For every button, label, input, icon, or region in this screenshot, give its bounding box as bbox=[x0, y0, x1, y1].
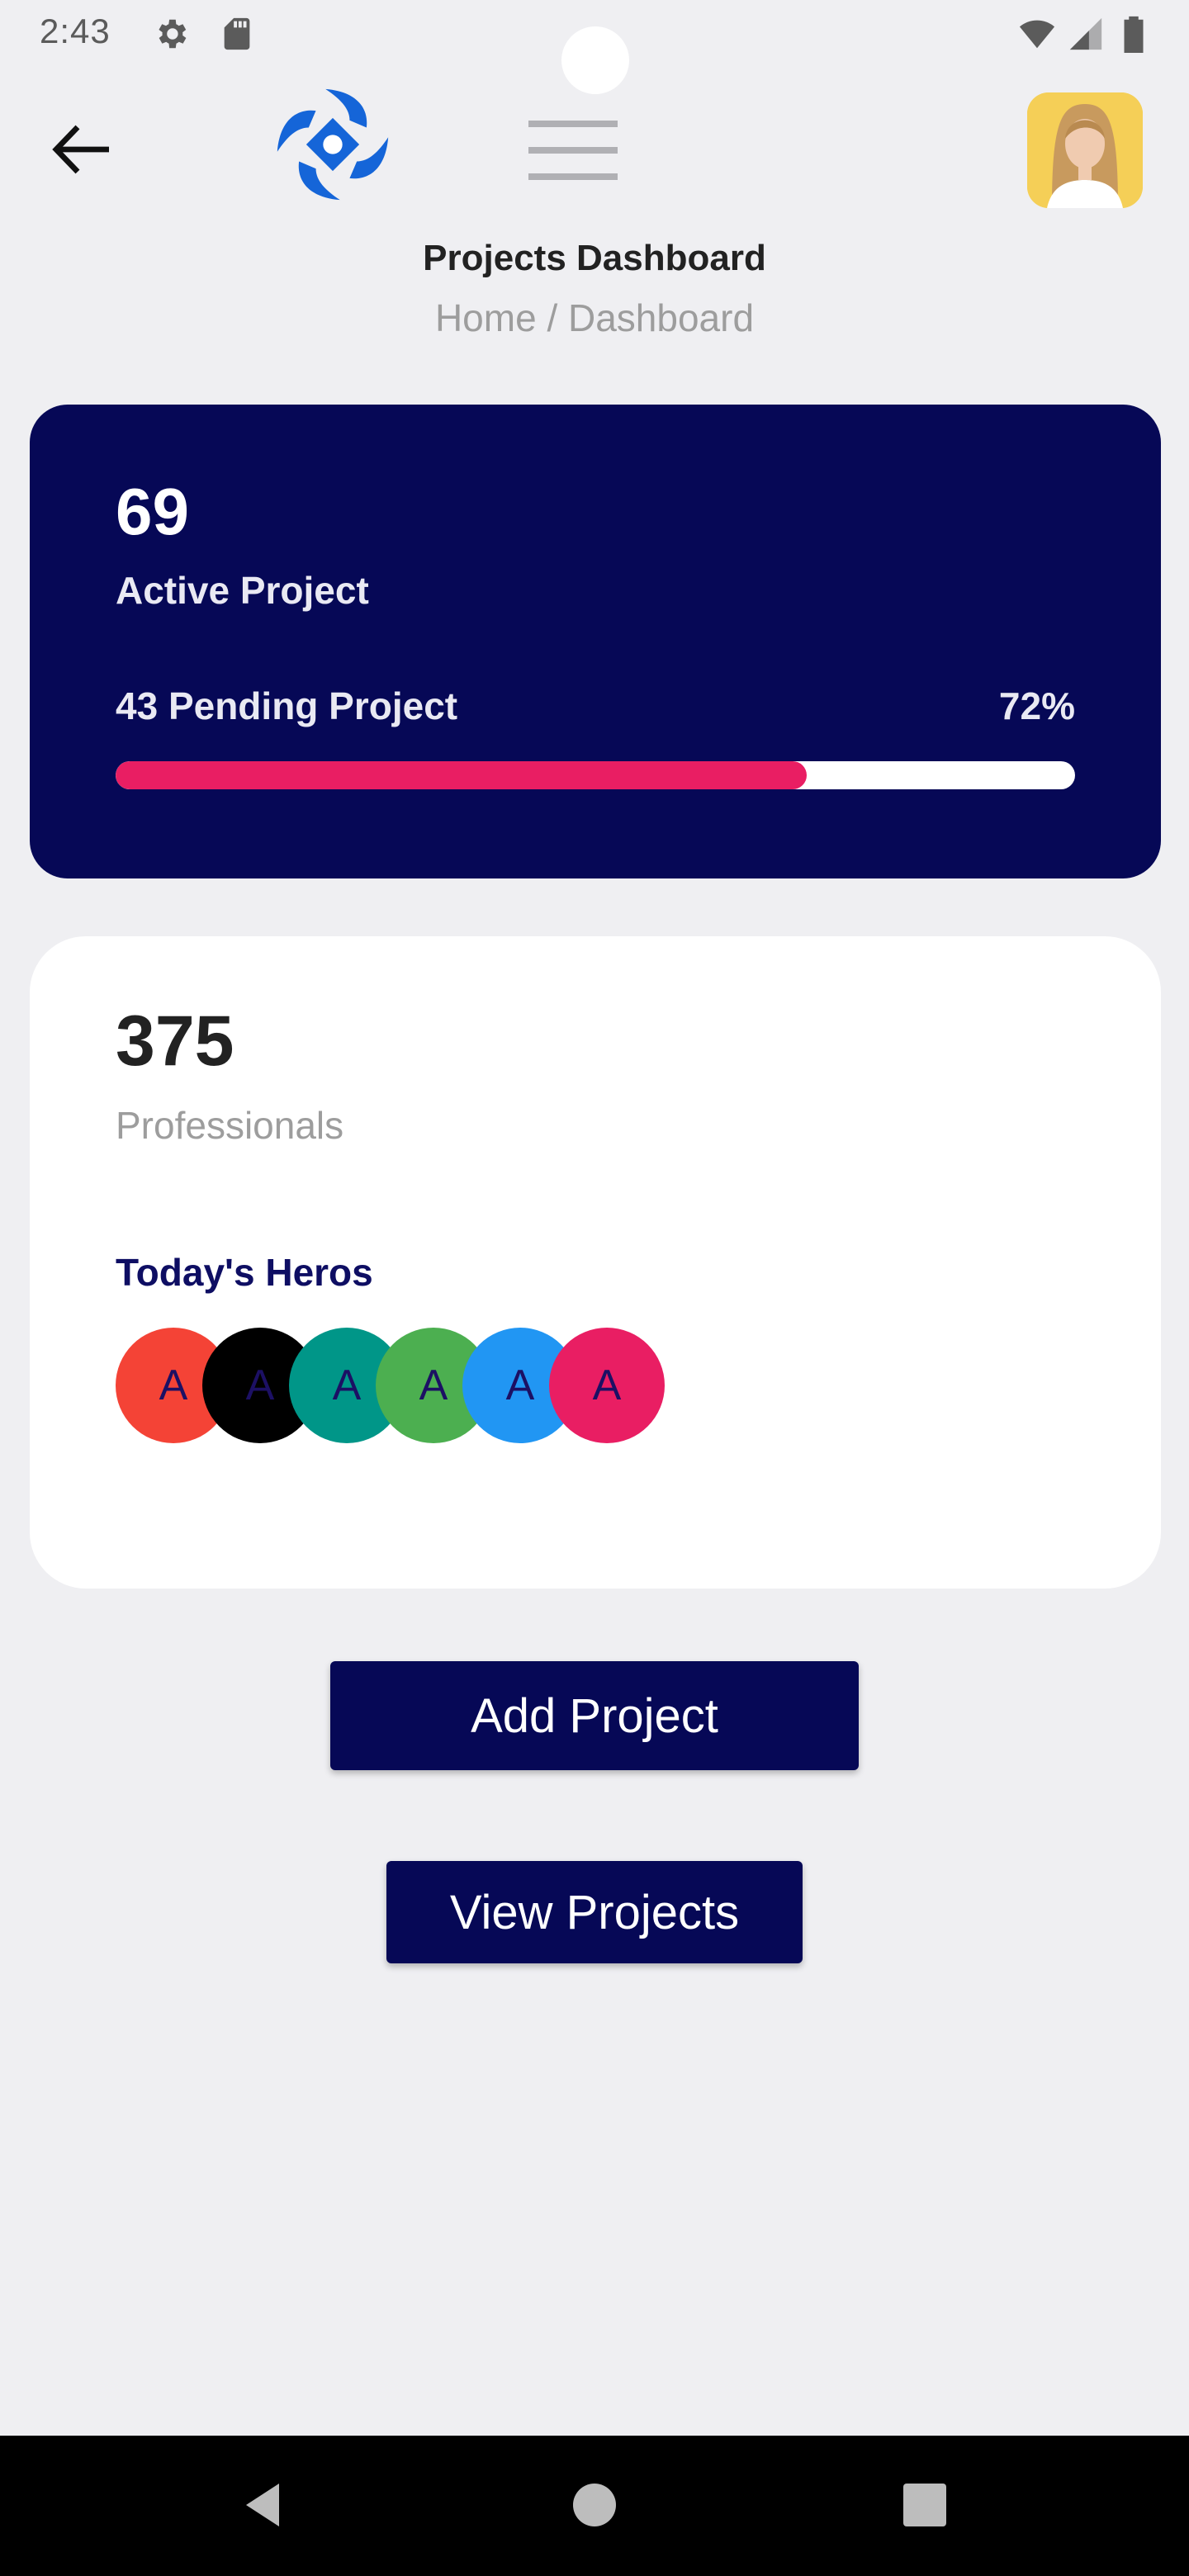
system-nav-bar bbox=[0, 2436, 1189, 2576]
signal-icon bbox=[1069, 17, 1102, 50]
user-avatar[interactable] bbox=[1027, 92, 1143, 208]
user-photo bbox=[1027, 92, 1143, 208]
professionals-card: 375 Professionals Today's Heros AAAAAA bbox=[30, 936, 1161, 1589]
project-progress-bar bbox=[116, 761, 1075, 789]
wifi-icon bbox=[1019, 20, 1055, 49]
nav-back-icon[interactable] bbox=[236, 2479, 289, 2531]
active-project-label: Active Project bbox=[116, 569, 369, 612]
nav-recents-icon[interactable] bbox=[898, 2479, 951, 2531]
view-projects-button[interactable]: View Projects bbox=[386, 1861, 803, 1963]
active-project-card: 69 Active Project 43 Pending Project 72% bbox=[30, 405, 1161, 878]
hero-avatar[interactable]: A bbox=[549, 1328, 665, 1443]
battery-icon bbox=[1124, 16, 1144, 53]
breadcrumb[interactable]: Home / Dashboard bbox=[0, 296, 1189, 340]
heroes-avatar-row: AAAAAA bbox=[116, 1328, 694, 1447]
arrow-back-icon[interactable] bbox=[50, 121, 116, 178]
gear-icon bbox=[159, 19, 187, 49]
pending-project-percent: 72% bbox=[998, 684, 1075, 727]
page-title: Projects Dashboard bbox=[423, 238, 766, 278]
professionals-label: Professionals bbox=[116, 1104, 344, 1147]
app-logo-icon[interactable] bbox=[272, 84, 393, 205]
project-progress-fill bbox=[116, 761, 807, 789]
camera-cutout bbox=[561, 26, 629, 94]
pending-project-label: 43 Pending Project bbox=[116, 684, 458, 727]
todays-heroes-title: Today's Heros bbox=[116, 1251, 373, 1294]
nav-home-icon[interactable] bbox=[568, 2479, 621, 2531]
sd-card-icon bbox=[224, 17, 250, 50]
professionals-count: 375 bbox=[116, 1002, 234, 1081]
status-time: 2:43 bbox=[40, 12, 111, 50]
active-project-count: 69 bbox=[116, 475, 189, 548]
hamburger-menu-icon[interactable] bbox=[528, 117, 618, 183]
add-project-button[interactable]: Add Project bbox=[330, 1661, 859, 1770]
